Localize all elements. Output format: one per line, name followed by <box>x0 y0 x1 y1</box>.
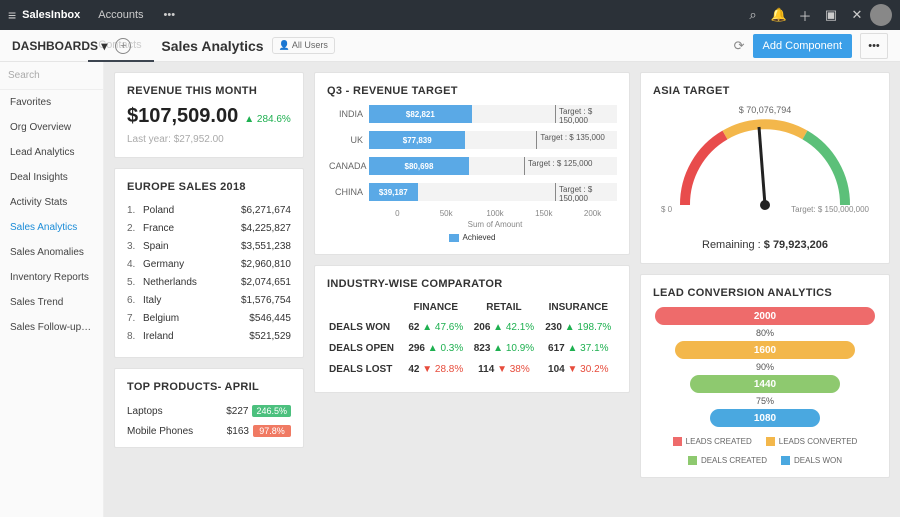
gauge-top-value: $ 70,076,794 <box>739 105 792 115</box>
card-title: Q3 - REVENUE TARGET <box>327 85 617 97</box>
q3-row: INDIA$82,821Target : $ 150,000 <box>329 105 617 123</box>
legend-item: LEADS CONVERTED <box>766 437 858 446</box>
table-row: 6.Italy$1,576,754 <box>127 291 291 309</box>
plus-icon[interactable]: ＋ <box>792 0 818 30</box>
bell-icon[interactable]: 🔔 <box>766 0 792 30</box>
table-row: 7.Belgium$546,445 <box>127 309 291 327</box>
sidebar-item[interactable]: Favorites <box>0 90 103 115</box>
avatar[interactable] <box>870 4 892 26</box>
q3-revenue-card: Q3 - REVENUE TARGET INDIA$82,821Target :… <box>314 72 630 255</box>
q3-row: CANADA$80,698Target : $ 125,000 <box>329 157 617 175</box>
table-row: 5.Netherlands$2,074,651 <box>127 273 291 291</box>
sidebar-item[interactable]: Deal Insights <box>0 165 103 190</box>
more-menu-button[interactable]: ••• <box>860 33 888 59</box>
nav-accounts[interactable]: Accounts <box>88 0 153 30</box>
funnel-rate: 90% <box>756 362 774 372</box>
table-row: Mobile Phones$16397.8% <box>127 421 291 441</box>
table-row: Laptops$227246.5% <box>127 401 291 421</box>
table-row: 4.Germany$2,960,810 <box>127 255 291 273</box>
funnel-bar: 2000 <box>655 307 875 325</box>
lead-conversion-card: LEAD CONVERSION ANALYTICS 2000 80% 1600 90%… <box>640 274 890 478</box>
revenue-trend: ▲ 284.6% <box>244 114 291 125</box>
card-title: REVENUE THIS MONTH <box>127 85 291 97</box>
q3-xlabel: Sum of Amount <box>327 220 617 229</box>
q3-row: UK$77,839Target : $ 135,000 <box>329 131 617 149</box>
card-title: LEAD CONVERSION ANALYTICS <box>653 287 877 299</box>
card-title: EUROPE SALES 2018 <box>127 181 291 193</box>
table-row: DEALS LOST42 ▼ 28.8%114 ▼ 38%104 ▼ 30.2% <box>327 359 617 380</box>
card-title: INDUSTRY-WISE COMPARATOR <box>327 278 617 290</box>
revenue-amount: $107,509.00 <box>127 105 238 128</box>
sidebar-item[interactable]: Activity Stats <box>0 190 103 215</box>
dashboards-dropdown[interactable]: DASHBOARDS ▾ <box>12 39 107 53</box>
top-products-card: TOP PRODUCTS- APRIL Laptops$227246.5%Mob… <box>114 368 304 448</box>
table-row: 8.Ireland$521,529 <box>127 327 291 345</box>
all-users-filter[interactable]: 👤 All Users <box>272 37 335 54</box>
content: REVENUE THIS MONTH $107,509.00 ▲ 284.6% … <box>104 62 900 517</box>
page-title: Sales Analytics <box>161 38 263 54</box>
calendar-icon[interactable]: ▣ <box>818 0 844 30</box>
sidebar: Search FavoritesOrg OverviewLead Analyti… <box>0 62 104 517</box>
asia-gauge: $ 70,076,794 $ 0 Target: $ 150,000,000 <box>653 105 877 235</box>
sidebar-item[interactable]: Inventory Reports <box>0 265 103 290</box>
legend-item: DEALS WON <box>781 456 842 465</box>
sidebar-item[interactable]: Org Overview <box>0 115 103 140</box>
industry-comparator-card: INDUSTRY-WISE COMPARATOR FINANCERETAILIN… <box>314 265 630 393</box>
funnel-rate: 75% <box>756 396 774 406</box>
funnel-bar: 1600 <box>675 341 855 359</box>
topbar: ≡ SalesInbox HomeFeedsLeadsAccountsConta… <box>0 0 900 30</box>
add-component-button[interactable]: Add Component <box>753 34 853 58</box>
gauge-max: Target: $ 150,000,000 <box>791 205 869 214</box>
hamburger-icon[interactable]: ≡ <box>8 7 16 23</box>
sidebar-item[interactable]: Sales Trend <box>0 290 103 315</box>
asia-remaining: Remaining : $ 79,923,206 <box>653 239 877 251</box>
sidebar-search[interactable]: Search <box>0 62 103 90</box>
nav-more[interactable]: ••• <box>154 0 186 30</box>
asia-target-card: ASIA TARGET $ 70,076,794 $ 0 Target: $ 15… <box>640 72 890 264</box>
table-row: DEALS WON62 ▲ 47.6%206 ▲ 42.1%230 ▲ 198.… <box>327 317 617 338</box>
funnel-bar: 1080 <box>710 409 820 427</box>
brand-name: SalesInbox <box>22 9 80 21</box>
funnel-rate: 80% <box>756 328 774 338</box>
sidebar-item[interactable]: Sales Analytics <box>0 215 103 240</box>
sidebar-item[interactable]: Sales Anomalies <box>0 240 103 265</box>
add-dashboard-button[interactable]: + <box>115 38 131 54</box>
revenue-last-year: Last year: $27,952.00 <box>127 134 291 145</box>
search-icon[interactable]: ⌕ <box>740 0 766 30</box>
funnel-bar: 1440 <box>690 375 840 393</box>
card-title: ASIA TARGET <box>653 85 877 97</box>
table-row: DEALS OPEN296 ▲ 0.3%823 ▲ 10.9%617 ▲ 37.… <box>327 338 617 359</box>
table-row: 3.Spain$3,551,238 <box>127 237 291 255</box>
legend-item: DEALS CREATED <box>688 456 767 465</box>
tools-icon[interactable]: ✕ <box>844 0 870 30</box>
legend-item: LEADS CREATED <box>673 437 752 446</box>
q3-row: CHINA$39,187Target : $ 150,000 <box>329 183 617 201</box>
table-row: 1.Poland$6,271,674 <box>127 201 291 219</box>
q3-legend: Achieved <box>327 233 617 242</box>
gauge-min: $ 0 <box>661 205 672 214</box>
table-row: 2.France$4,225,827 <box>127 219 291 237</box>
refresh-icon[interactable]: ⟳ <box>734 38 745 54</box>
sidebar-item[interactable]: Lead Analytics <box>0 140 103 165</box>
revenue-card: REVENUE THIS MONTH $107,509.00 ▲ 284.6% … <box>114 72 304 158</box>
sidebar-item[interactable]: Sales Follow-up T… <box>0 315 103 340</box>
card-title: TOP PRODUCTS- APRIL <box>127 381 291 393</box>
europe-sales-card: EUROPE SALES 2018 1.Poland$6,271,6742.Fr… <box>114 168 304 358</box>
